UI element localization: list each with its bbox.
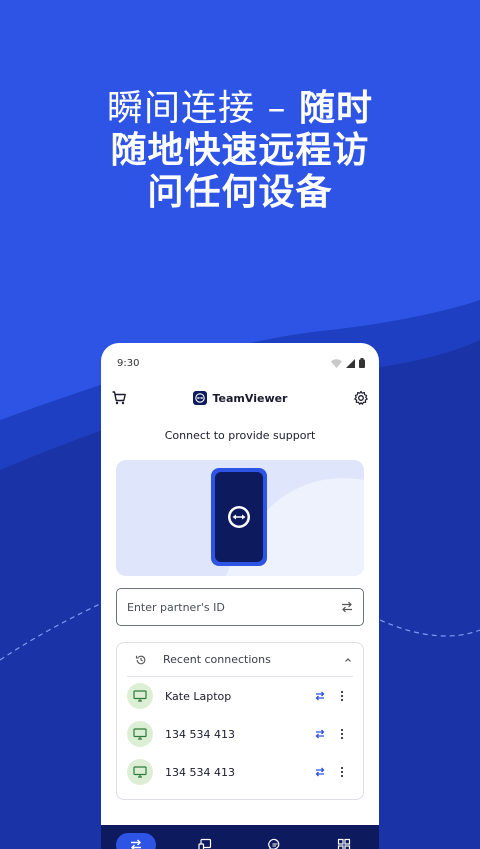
chevron-up-icon[interactable] (343, 655, 353, 665)
status-time: 9:30 (117, 357, 140, 369)
nav-devices-tab[interactable] (185, 833, 225, 849)
status-icons (331, 358, 365, 368)
headline: 瞬间连接 – 随时 随地快速远程访 问任何设备 (0, 88, 480, 214)
connect-arrows-icon (130, 839, 141, 849)
nav-chat-tab[interactable] (255, 833, 295, 849)
more-vertical-icon[interactable] (331, 690, 353, 702)
headline-line-2: 随地快速远程访 (110, 130, 370, 171)
brand-name: TeamViewer (212, 391, 288, 405)
recent-connections-panel: Recent connections Kate Laptop 134 534 4… (116, 642, 364, 800)
gear-icon[interactable] (353, 390, 369, 406)
headline-line-1: 瞬间连接 – 随时 (0, 88, 480, 130)
partner-id-placeholder: Enter partner's ID (127, 600, 225, 614)
connect-arrows-icon[interactable] (309, 766, 331, 778)
status-bar: 9:30 (101, 343, 379, 383)
teamviewer-logo-icon (192, 391, 207, 405)
computer-icon (127, 683, 153, 709)
headline-light-text: 瞬间连接 – (107, 88, 299, 129)
nav-connect-tab[interactable] (115, 833, 156, 849)
wifi-icon (331, 358, 342, 368)
history-icon (135, 655, 146, 664)
connect-arrows-icon[interactable] (340, 600, 354, 614)
partner-id-field[interactable]: Enter partner's ID (116, 588, 364, 626)
nav-apps-tab[interactable] (324, 833, 364, 849)
computer-icon (127, 759, 153, 785)
connect-arrows-icon[interactable] (309, 728, 331, 740)
battery-icon (359, 358, 365, 368)
recent-connection-row[interactable]: 134 534 413 (127, 715, 353, 753)
computer-icon (127, 721, 153, 747)
cart-icon[interactable] (111, 390, 127, 406)
more-vertical-icon[interactable] (331, 728, 353, 740)
signal-icon (346, 358, 355, 368)
phone-mockup: 9:30 TeamViewer Connect to provide suppo… (101, 343, 379, 849)
subtitle: Connect to provide support (164, 429, 316, 442)
app-header: TeamViewer (101, 383, 379, 413)
recent-connections-header[interactable]: Recent connections (127, 643, 353, 677)
connect-arrows-icon[interactable] (309, 690, 331, 702)
recent-connection-row[interactable]: 134 534 413 (127, 753, 353, 791)
headline-bold-text: 随时 (298, 88, 373, 129)
apps-grid-icon (338, 838, 351, 849)
devices-icon (198, 838, 212, 849)
recent-connection-row[interactable]: Kate Laptop (127, 677, 353, 715)
bottom-navigation (101, 825, 379, 849)
recent-connection-name: 134 534 413 (165, 727, 235, 741)
brand: TeamViewer (192, 391, 288, 405)
headline-line-3: 问任何设备 (147, 172, 333, 213)
recent-connections-title: Recent connections (163, 653, 271, 666)
recent-connection-name: Kate Laptop (165, 689, 232, 703)
chat-icon (267, 838, 280, 849)
recent-connection-name: 134 534 413 (165, 765, 235, 779)
more-vertical-icon[interactable] (331, 766, 353, 778)
hero-illustration (116, 460, 364, 576)
